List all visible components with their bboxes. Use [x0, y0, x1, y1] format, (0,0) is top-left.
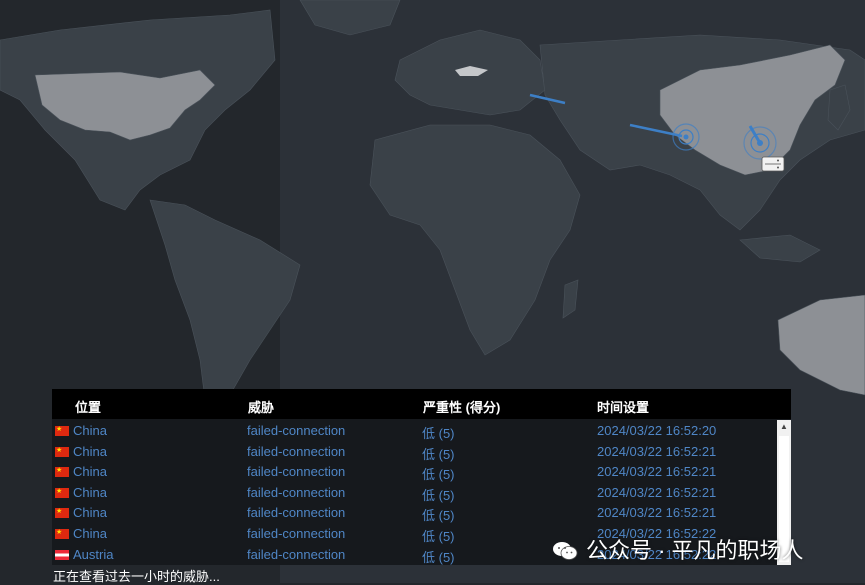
- location-cell[interactable]: China: [55, 464, 107, 479]
- time-cell[interactable]: 2024/03/22 16:52:21: [597, 485, 716, 500]
- china-flag-icon: [55, 487, 69, 498]
- column-header-time[interactable]: 时间设置: [597, 397, 649, 416]
- threat-cell[interactable]: failed-connection: [247, 423, 345, 438]
- column-header-location[interactable]: 位置: [75, 397, 101, 416]
- wechat-icon: [552, 541, 578, 561]
- china-flag-icon: [55, 425, 69, 436]
- china-flag-icon: [55, 528, 69, 539]
- severity-cell[interactable]: 低 (5): [422, 547, 455, 565]
- scroll-up-arrow-icon[interactable]: ▲: [777, 420, 791, 434]
- location-cell[interactable]: China: [55, 505, 107, 520]
- threat-cell[interactable]: failed-connection: [247, 485, 345, 500]
- location-cell[interactable]: China: [55, 444, 107, 459]
- severity-cell[interactable]: 低 (5): [422, 423, 455, 442]
- time-cell[interactable]: 2024/03/22 16:52:21: [597, 464, 716, 479]
- table-row[interactable]: China failed-connection 低 (5) 2024/03/22…: [52, 461, 777, 482]
- location-cell[interactable]: China: [55, 526, 107, 541]
- severity-cell[interactable]: 低 (5): [422, 444, 455, 463]
- china-flag-icon: [55, 466, 69, 478]
- china-flag-icon: [55, 446, 69, 457]
- threat-cell[interactable]: failed-connection: [247, 547, 345, 562]
- time-cell[interactable]: 2024/03/22 16:52:21: [597, 505, 716, 520]
- table-row[interactable]: China failed-connection 低 (5) 2024/03/22…: [52, 502, 777, 523]
- china-flag-icon: [55, 507, 69, 519]
- column-header-severity[interactable]: 严重性 (得分): [423, 397, 500, 416]
- watermark-text: 公众号 · 平凡的职场人: [586, 538, 804, 563]
- watermark: 公众号 · 平凡的职场人: [552, 533, 804, 565]
- location-cell[interactable]: Austria: [55, 547, 113, 562]
- severity-cell[interactable]: 低 (5): [422, 526, 455, 545]
- status-text: 正在查看过去一小时的威胁...: [53, 569, 220, 584]
- column-header-threat[interactable]: 威胁: [248, 397, 274, 416]
- table-row[interactable]: China failed-connection 低 (5) 2024/03/22…: [52, 441, 777, 462]
- threat-cell[interactable]: failed-connection: [247, 505, 345, 520]
- austria-flag-icon: [55, 549, 69, 560]
- threat-cell[interactable]: failed-connection: [247, 444, 345, 459]
- severity-cell[interactable]: 低 (5): [422, 485, 455, 504]
- severity-cell[interactable]: 低 (5): [422, 505, 455, 524]
- threat-cell[interactable]: failed-connection: [247, 526, 345, 541]
- location-cell[interactable]: China: [55, 423, 107, 438]
- threat-cell[interactable]: failed-connection: [247, 464, 345, 479]
- severity-cell[interactable]: 低 (5): [422, 464, 455, 483]
- table-row[interactable]: China failed-connection 低 (5) 2024/03/22…: [52, 420, 777, 441]
- table-header: 位置 威胁 严重性 (得分) 时间设置: [52, 389, 791, 419]
- location-cell[interactable]: China: [55, 485, 107, 500]
- time-cell[interactable]: 2024/03/22 16:52:21: [597, 444, 716, 459]
- server-icon: [761, 156, 785, 172]
- table-row[interactable]: China failed-connection 低 (5) 2024/03/22…: [52, 482, 777, 503]
- time-cell[interactable]: 2024/03/22 16:52:20: [597, 423, 716, 438]
